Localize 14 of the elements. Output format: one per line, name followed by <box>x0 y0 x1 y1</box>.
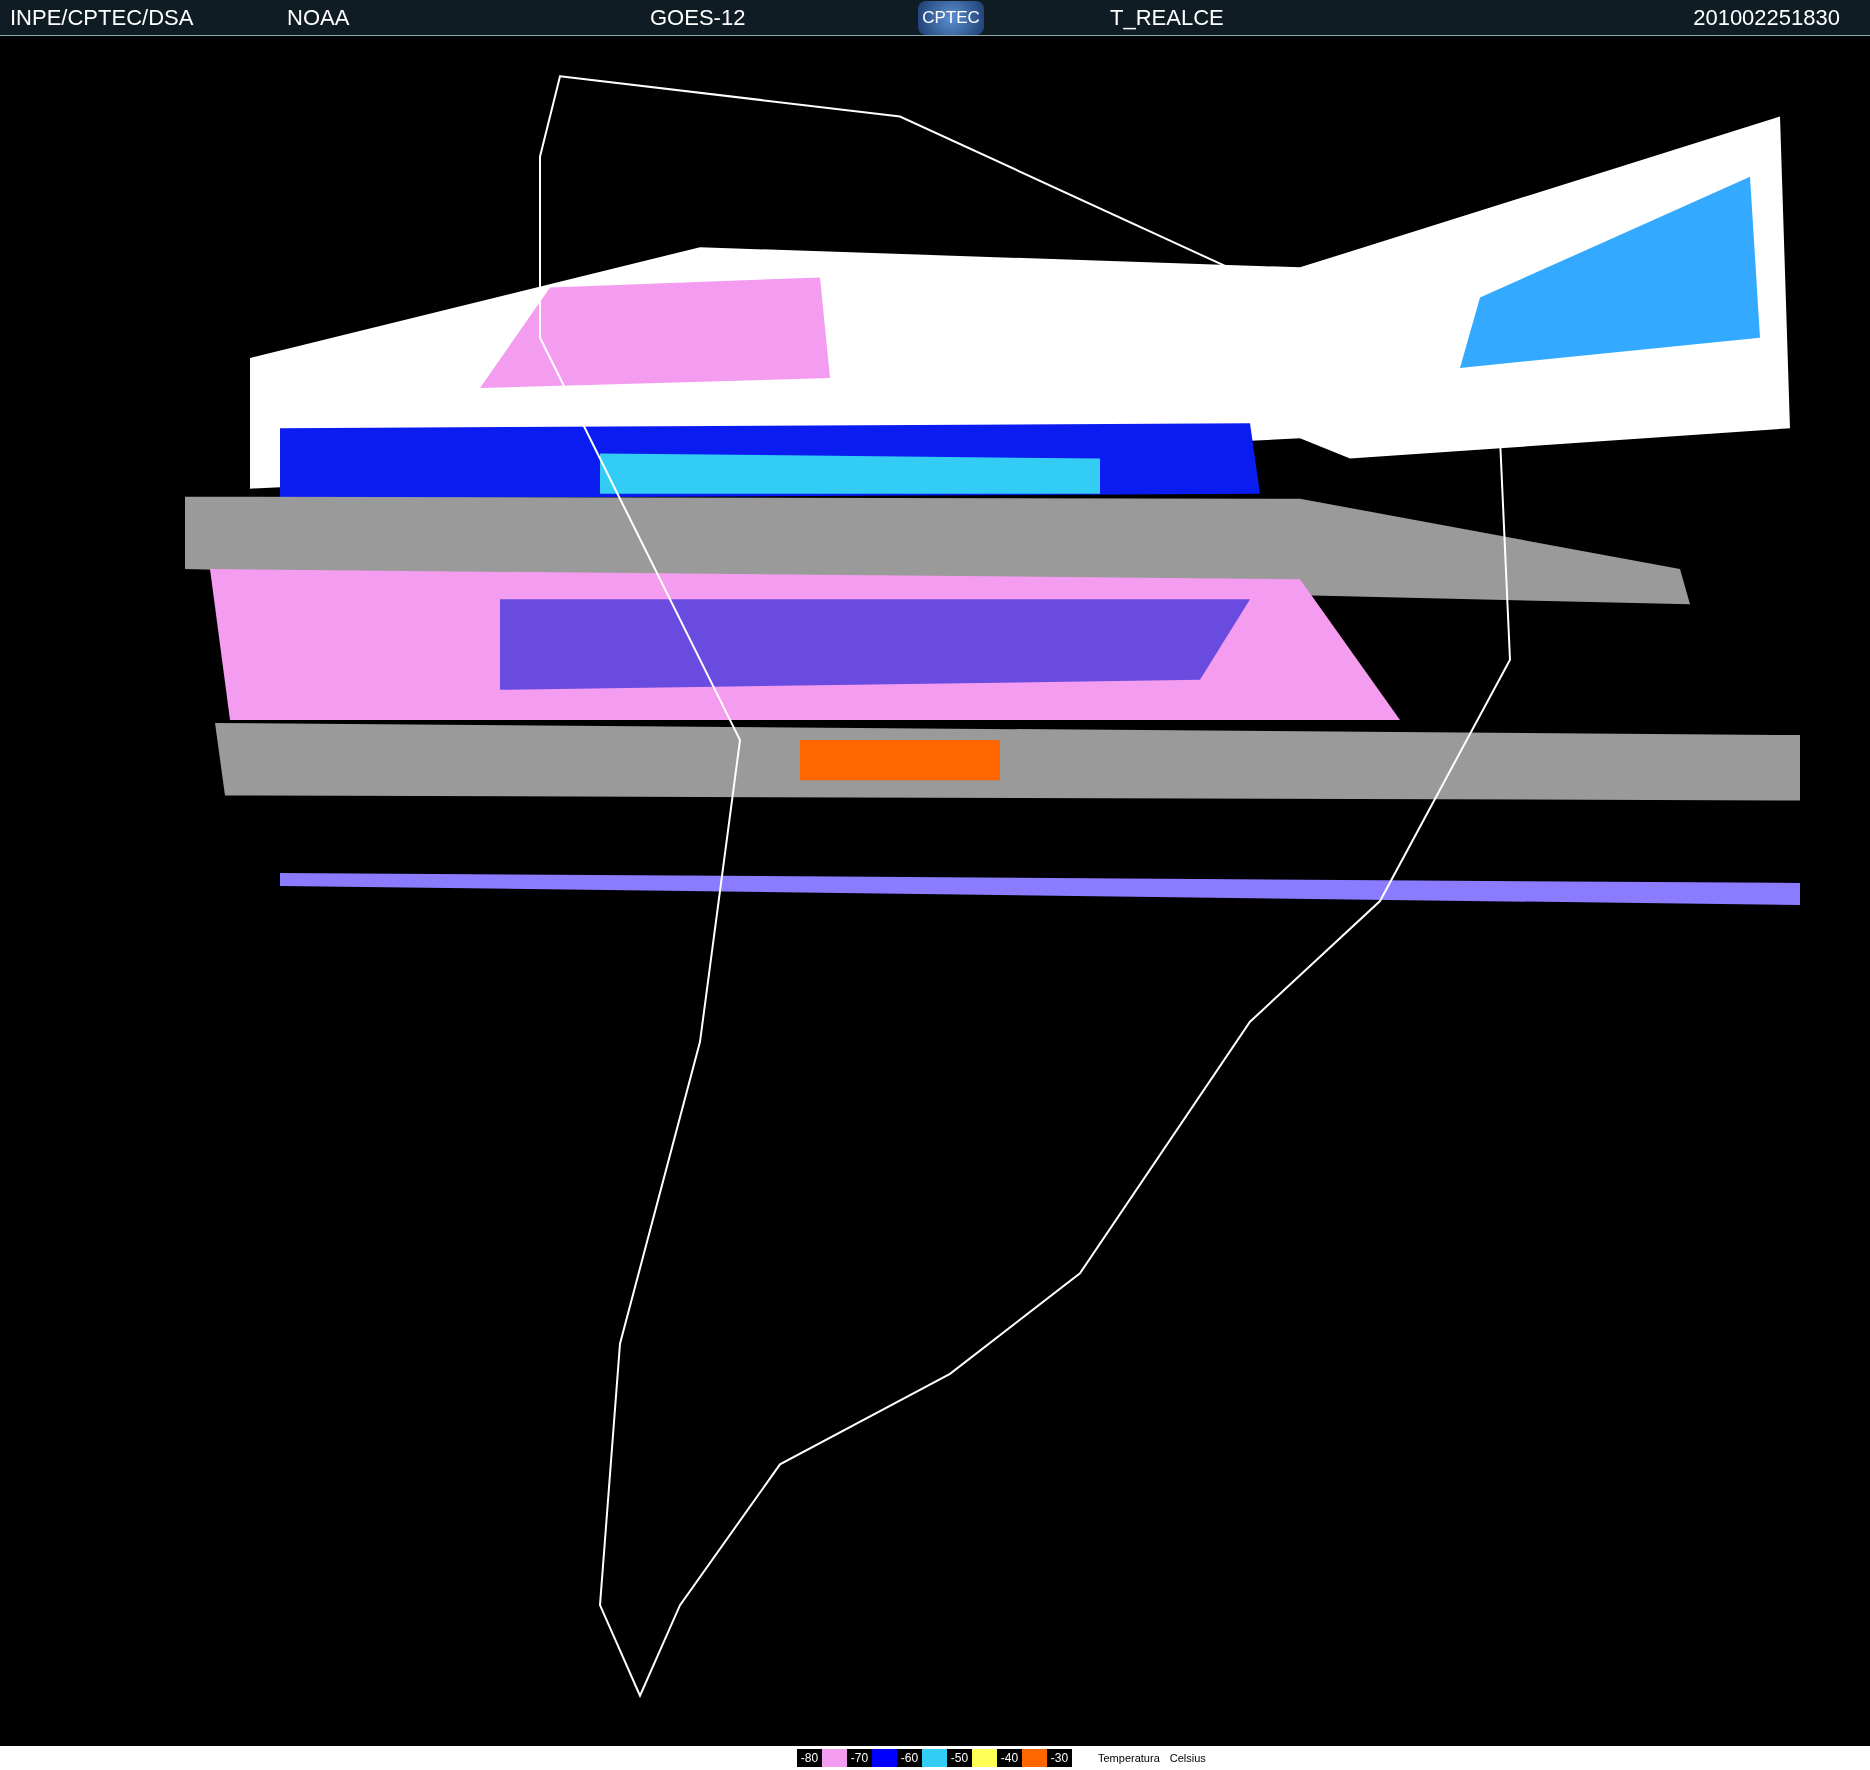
source-label: INPE/CPTEC/DSA <box>10 4 195 31</box>
product-label: T_REALCE <box>1110 4 1225 31</box>
legend-value: -70 <box>847 1749 872 1767</box>
legend-value: -50 <box>947 1749 972 1767</box>
legend-value: -40 <box>997 1749 1022 1767</box>
satellite-label: NOAA <box>287 4 351 31</box>
legend-value: -80 <box>797 1749 822 1767</box>
satellite-label: GOES-12 <box>650 4 747 31</box>
legend-value: -60 <box>897 1749 922 1767</box>
legend-caption: Celsius <box>1169 1752 1206 1764</box>
legend-caption: Temperatura <box>1098 1752 1160 1764</box>
legend-value: -30 <box>1047 1749 1072 1767</box>
logo: CPTEC <box>918 0 984 35</box>
timestamp: 201002251830 <box>1693 4 1840 31</box>
